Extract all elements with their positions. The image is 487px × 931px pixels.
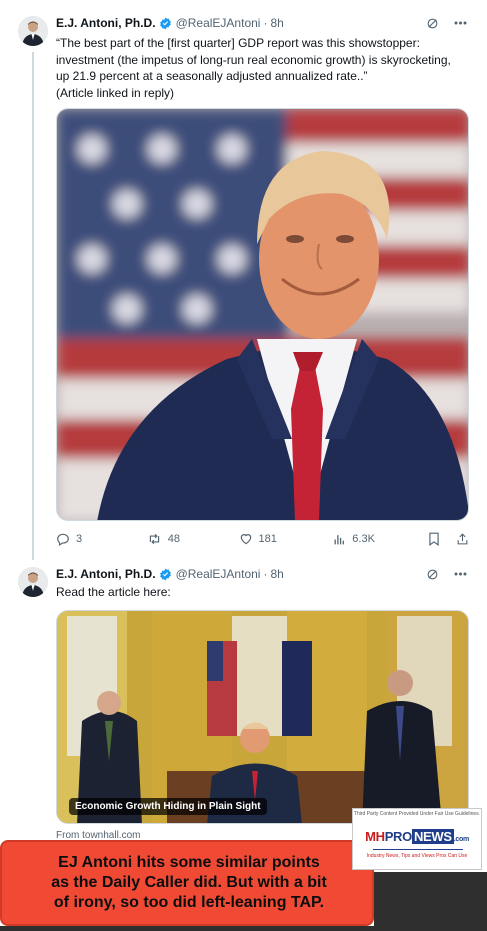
author-handle[interactable]: @RealEJAntoni xyxy=(176,16,261,30)
callout-line: as the Daily Caller did. But with a bit xyxy=(51,874,327,891)
grok-icon[interactable] xyxy=(425,16,439,30)
logo-com: .com xyxy=(453,836,469,843)
tweet-1[interactable]: E.J. Antoni, Ph.D. @RealEJAntoni · 8h “T… xyxy=(0,0,487,560)
reply-count: 3 xyxy=(76,533,83,545)
author-name[interactable]: E.J. Antoni, Ph.D. xyxy=(56,16,156,30)
tweet-2[interactable]: E.J. Antoni, Ph.D. @RealEJAntoni · 8h Re… xyxy=(0,560,487,850)
logo-news: NEWS xyxy=(411,829,454,844)
like-count: 181 xyxy=(258,533,277,545)
repost-count: 48 xyxy=(167,533,181,545)
reply-icon xyxy=(57,533,69,546)
tweet-text-line: investment (the impetus of long-run real… xyxy=(56,52,451,67)
tweet-text-line: (Article linked in reply) xyxy=(56,85,175,100)
share-button[interactable] xyxy=(456,532,469,546)
share-icon xyxy=(457,533,468,545)
logo-mh: MH xyxy=(365,829,385,844)
tweet-photo[interactable] xyxy=(56,108,469,521)
like-button[interactable]: 181 xyxy=(239,532,334,546)
author-avatar[interactable] xyxy=(18,16,48,46)
verified-icon xyxy=(159,568,172,581)
tweet-time[interactable]: 8h xyxy=(270,16,283,30)
view-count: 6.3K xyxy=(352,533,375,545)
author-avatar[interactable] xyxy=(18,567,48,597)
views-icon xyxy=(334,534,345,544)
author-handle[interactable]: @RealEJAntoni xyxy=(176,567,261,581)
commentary-callout: EJ Antoni hits some similar points as th… xyxy=(0,840,374,926)
separator-dot: · xyxy=(263,567,268,581)
thread-line xyxy=(32,52,34,560)
repost-button[interactable]: 48 xyxy=(147,532,239,546)
logo-rule xyxy=(373,849,463,850)
verified-icon xyxy=(159,17,172,30)
views-button[interactable]: 6.3K xyxy=(333,533,428,546)
separator-dot: · xyxy=(263,16,268,30)
link-card-image xyxy=(57,611,468,823)
tweet-text: “The best part of the [first quarter] GD… xyxy=(56,35,469,101)
like-icon xyxy=(240,534,251,545)
bottom-bar xyxy=(0,926,487,931)
tweet-text-line: Read the article here: xyxy=(56,585,171,599)
more-icon[interactable] xyxy=(453,16,467,30)
mhpronews-logo: MHPRO NEWS .com xyxy=(353,829,481,844)
card-caption: Economic Growth Hiding in Plain Sight xyxy=(69,798,267,815)
link-card[interactable]: Economic Growth Hiding in Plain Sight xyxy=(56,610,469,824)
background-strip xyxy=(374,872,487,926)
bookmark-icon xyxy=(429,532,439,546)
bookmark-button[interactable] xyxy=(428,532,440,546)
tweet-header: E.J. Antoni, Ph.D. @RealEJAntoni · 8h xyxy=(56,14,467,32)
logo-tagline: Industry News, Tips and Views Pros Can U… xyxy=(366,853,468,859)
grok-icon[interactable] xyxy=(425,567,439,581)
author-name[interactable]: E.J. Antoni, Ph.D. xyxy=(56,567,156,581)
reply-button[interactable]: 3 xyxy=(56,532,147,546)
callout-line: EJ Antoni hits some similar points xyxy=(58,854,320,871)
repost-icon xyxy=(149,533,159,545)
tweet-text: Read the article here: xyxy=(56,584,469,601)
tweet-text-line: up 21.9 percent at a seasonally adjusted… xyxy=(56,69,368,83)
callout-line: of irony, so too did left-leaning TAP. xyxy=(53,894,325,911)
fair-use-note: Third Party Content Provided Under Fair … xyxy=(353,811,481,817)
tweet-time[interactable]: 8h xyxy=(270,567,283,581)
mhpronews-badge: Third Party Content Provided Under Fair … xyxy=(352,808,482,870)
logo-pro: PRO xyxy=(384,829,413,844)
tweet-header: E.J. Antoni, Ph.D. @RealEJAntoni · 8h xyxy=(56,565,467,583)
tweet-text-line: “The best part of the [first quarter] GD… xyxy=(56,36,420,50)
tweet-actions: 3 48 181 6.3K xyxy=(56,530,469,548)
more-icon[interactable] xyxy=(453,567,467,581)
photo-portrait xyxy=(57,109,468,520)
